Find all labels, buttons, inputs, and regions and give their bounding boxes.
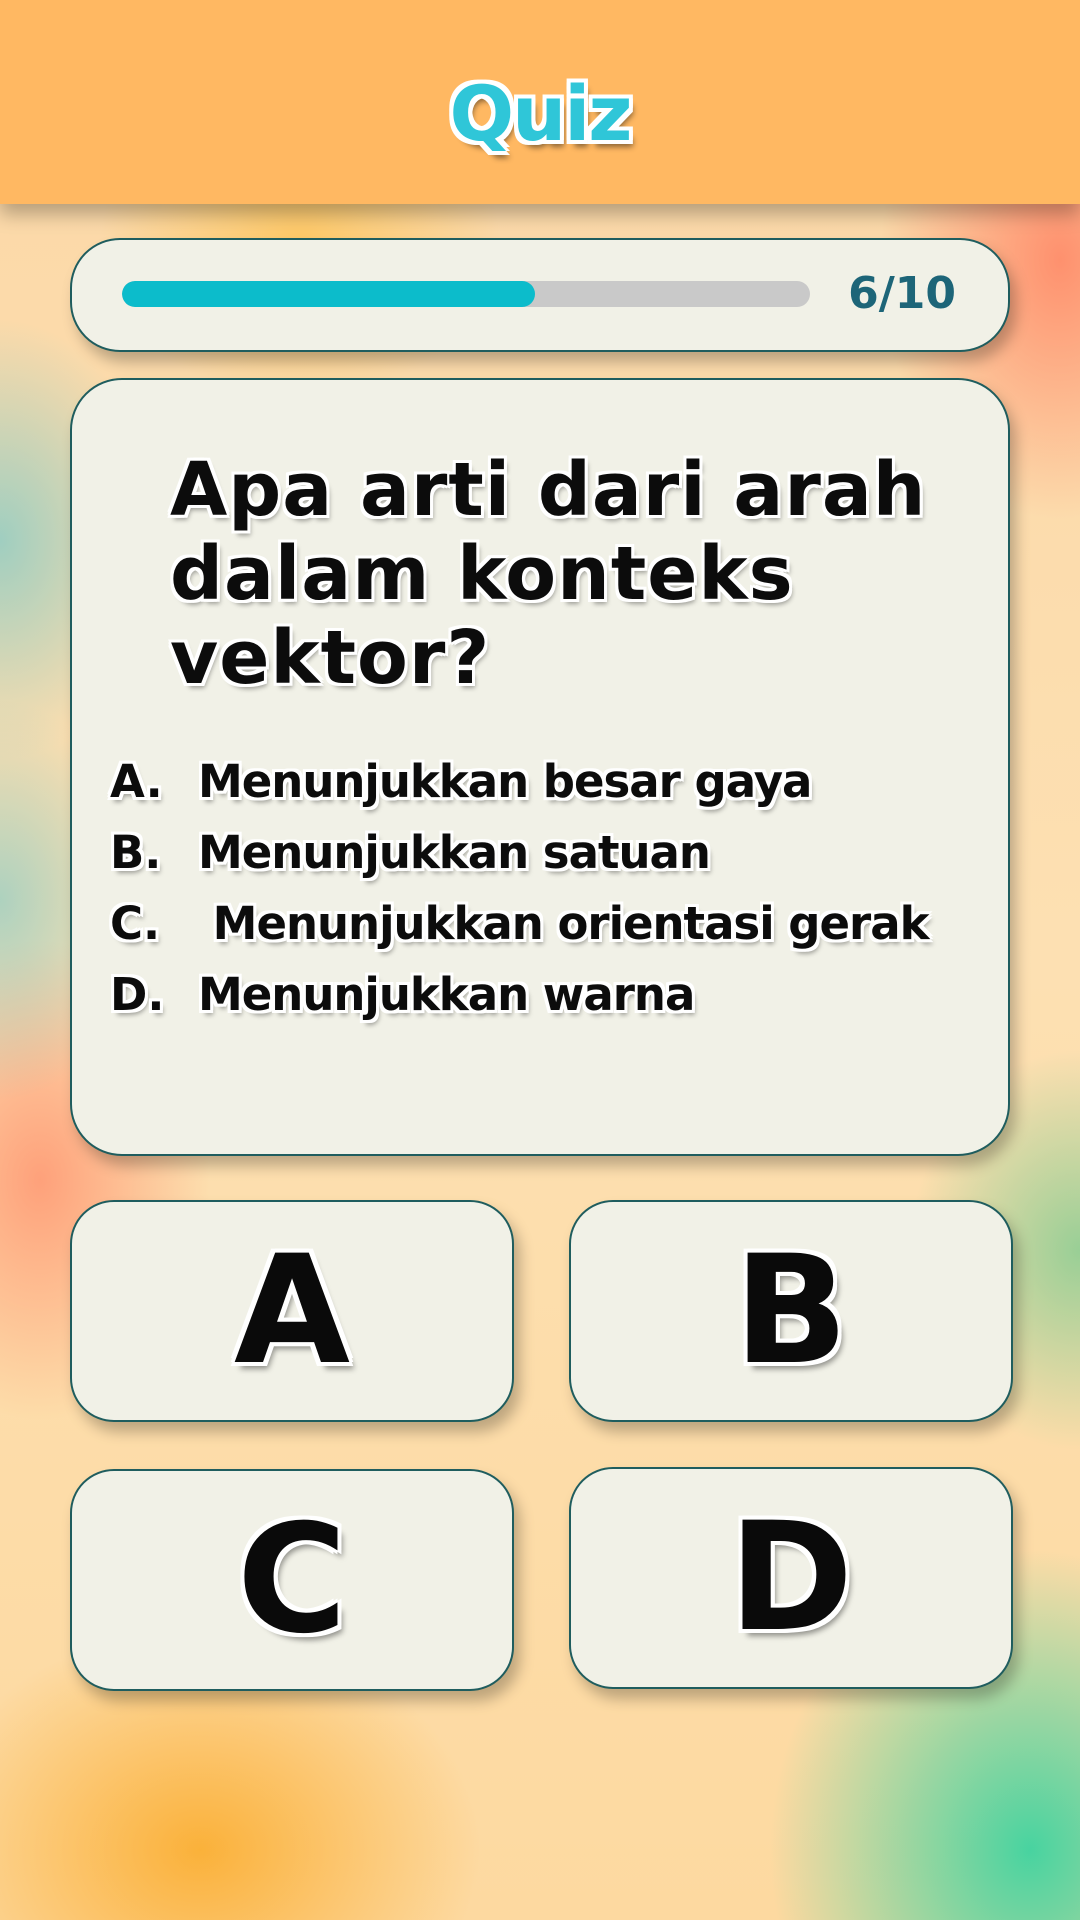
answer-letter-d: D [728, 1491, 854, 1665]
option-text: Menunjukkan besar gaya [198, 755, 812, 808]
question-text: Apa arti dari arah dalam konteks vektor? [170, 447, 927, 701]
option-c: C. Menunjukkan orientasi gerak [110, 888, 990, 959]
option-text: Menunjukkan warna [198, 968, 695, 1021]
option-list: A. Menunjukkan besar gaya B. Menunjukkan… [110, 746, 990, 1030]
option-text: Menunjukkan satuan [198, 826, 711, 879]
progress-count: 6/10 [848, 268, 956, 319]
answer-letter-c: C [236, 1493, 348, 1667]
answer-button-c[interactable]: C [70, 1469, 514, 1691]
app-title: Quiz [449, 68, 633, 158]
answer-letter-b: B [733, 1224, 849, 1398]
option-letter: C. [110, 897, 161, 950]
option-letter: D. [110, 968, 165, 1021]
header-bar: Quiz [0, 0, 1080, 204]
option-b: B. Menunjukkan satuan [110, 817, 990, 888]
option-letter: B. [110, 826, 162, 879]
progress-bar [122, 281, 810, 307]
option-a: A. Menunjukkan besar gaya [110, 746, 990, 817]
progress-card: 6/10 [70, 238, 1010, 352]
answer-button-a[interactable]: A [70, 1200, 514, 1422]
option-d: D. Menunjukkan warna [110, 959, 990, 1030]
answer-letter-a: A [233, 1224, 351, 1398]
answer-button-d[interactable]: D [569, 1467, 1013, 1689]
answer-button-b[interactable]: B [569, 1200, 1013, 1422]
option-text: Menunjukkan orientasi gerak [198, 897, 930, 950]
progress-bar-fill [122, 281, 535, 307]
question-card: Apa arti dari arah dalam konteks vektor?… [70, 378, 1010, 1156]
option-letter: A. [110, 755, 163, 808]
